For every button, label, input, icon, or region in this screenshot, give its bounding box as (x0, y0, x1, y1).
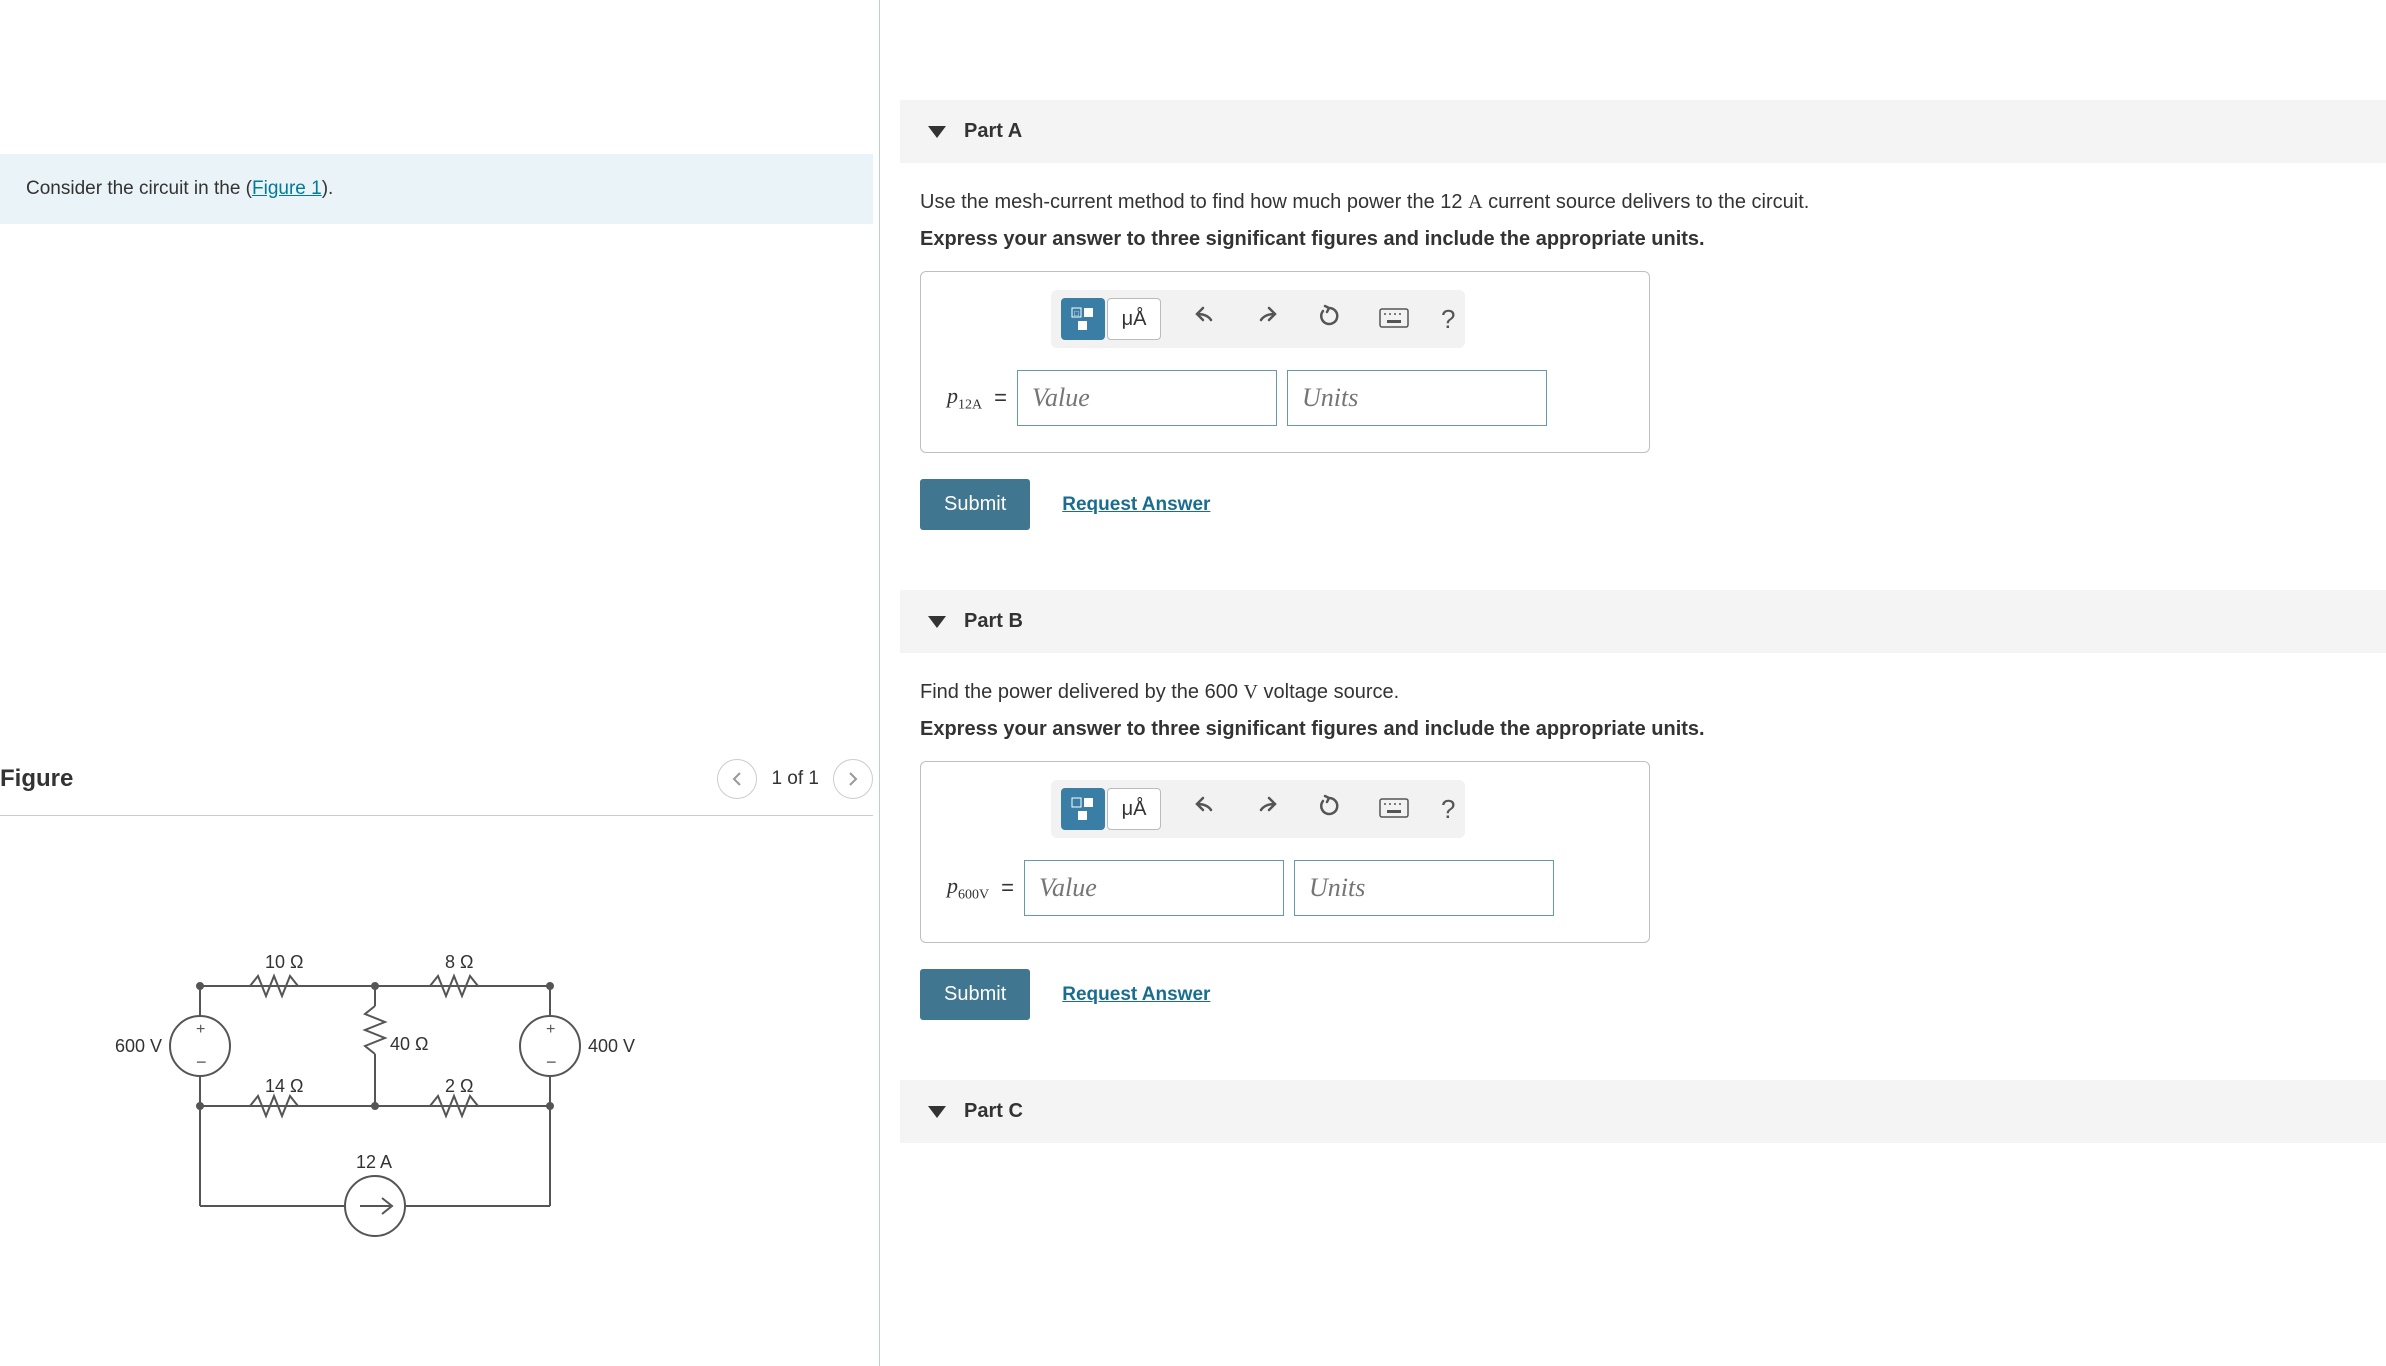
part-b-instruct: Express your answer to three significant… (920, 718, 2386, 741)
redo-icon (1255, 304, 1279, 328)
units-button[interactable]: μÅ (1107, 788, 1161, 830)
keyboard-button[interactable] (1373, 300, 1415, 339)
part-b-prompt: Find the power delivered by the 600 V vo… (920, 681, 2386, 704)
part-c-header[interactable]: Part C (900, 1080, 2386, 1143)
label-r40: 40 Ω (390, 1034, 428, 1054)
part-a-value-input[interactable] (1017, 370, 1277, 426)
keyboard-icon (1379, 798, 1409, 818)
part-a-header[interactable]: Part A (900, 100, 2386, 163)
part-b: Part B Find the power delivered by the 6… (880, 590, 2386, 1020)
problem-intro: Consider the circuit in the (Figure 1). (0, 154, 873, 224)
undo-button[interactable] (1187, 790, 1223, 829)
figure-next-button[interactable] (833, 759, 873, 799)
label-v600: 600 V (115, 1036, 162, 1056)
caret-down-icon (928, 613, 946, 631)
part-a-units-input[interactable] (1287, 370, 1547, 426)
label-v400: 400 V (588, 1036, 635, 1056)
undo-button[interactable] (1187, 300, 1223, 339)
label-r10: 10 Ω (265, 952, 303, 972)
redo-button[interactable] (1249, 300, 1285, 339)
part-a-toolbar: □ μÅ (1051, 290, 1465, 348)
part-b-title: Part B (964, 610, 1023, 633)
figure-nav-label: 1 of 1 (771, 768, 819, 790)
chevron-left-icon (732, 771, 742, 787)
figure-prev-button[interactable] (717, 759, 757, 799)
label-r14: 14 Ω (265, 1076, 303, 1096)
fraction-icon: □ (1070, 306, 1096, 332)
intro-suffix: ). (322, 178, 334, 199)
part-a-submit-button[interactable]: Submit (920, 479, 1030, 530)
part-c-title: Part C (964, 1100, 1023, 1123)
part-b-toolbar: μÅ (1051, 780, 1465, 838)
reset-icon (1317, 304, 1341, 328)
label-i12: 12 A (356, 1152, 392, 1172)
help-button[interactable]: ? (1441, 794, 1455, 825)
fraction-icon (1070, 796, 1096, 822)
template-button[interactable] (1061, 788, 1105, 830)
part-b-submit-button[interactable]: Submit (920, 969, 1030, 1020)
svg-text:−: − (546, 1052, 557, 1072)
part-b-answer-box: μÅ (920, 761, 1650, 943)
equals-sign: = (1001, 875, 1014, 901)
undo-icon (1193, 794, 1217, 818)
part-a-prompt: Use the mesh-current method to find how … (920, 191, 2386, 214)
caret-down-icon (928, 123, 946, 141)
undo-icon (1193, 304, 1217, 328)
reset-icon (1317, 794, 1341, 818)
reset-button[interactable] (1311, 300, 1347, 339)
part-b-header[interactable]: Part B (900, 590, 2386, 653)
redo-icon (1255, 794, 1279, 818)
svg-text:−: − (196, 1052, 207, 1072)
svg-text:+: + (546, 1021, 555, 1038)
figure-link[interactable]: Figure 1 (252, 178, 322, 199)
keyboard-button[interactable] (1373, 790, 1415, 829)
part-a-answer-box: □ μÅ (920, 271, 1650, 453)
keyboard-icon (1379, 308, 1409, 328)
svg-text:□: □ (1074, 309, 1079, 318)
part-a-title: Part A (964, 120, 1022, 143)
reset-button[interactable] (1311, 790, 1347, 829)
part-b-units-input[interactable] (1294, 860, 1554, 916)
svg-text:+: + (196, 1021, 205, 1038)
circuit-diagram: + − + − 10 Ω 8 Ω 600 V 40 Ω 400 V 14 Ω 2… (110, 946, 879, 1272)
equals-sign: = (994, 385, 1007, 411)
redo-button[interactable] (1249, 790, 1285, 829)
part-a: Part A Use the mesh-current method to fi… (880, 100, 2386, 530)
part-b-request-answer-link[interactable]: Request Answer (1062, 984, 1210, 1006)
help-button[interactable]: ? (1441, 304, 1455, 335)
part-a-request-answer-link[interactable]: Request Answer (1062, 494, 1210, 516)
figure-title: Figure (0, 765, 73, 793)
caret-down-icon (928, 1103, 946, 1121)
part-c: Part C (880, 1080, 2386, 1143)
label-r8: 8 Ω (445, 952, 473, 972)
part-b-var: p600V (947, 873, 989, 903)
chevron-right-icon (848, 771, 858, 787)
units-button[interactable]: μÅ (1107, 298, 1161, 340)
template-button[interactable]: □ (1061, 298, 1105, 340)
part-b-value-input[interactable] (1024, 860, 1284, 916)
part-a-instruct: Express your answer to three significant… (920, 228, 2386, 251)
part-a-var: p12A (947, 383, 982, 413)
intro-prefix: Consider the circuit in the ( (26, 178, 252, 199)
label-r2: 2 Ω (445, 1076, 473, 1096)
